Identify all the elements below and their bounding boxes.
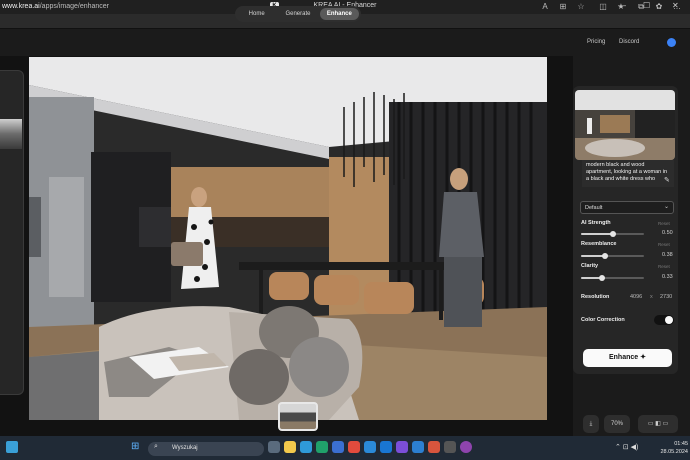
toggle-knob (665, 316, 673, 324)
read-aloud-icon[interactable]: A (540, 2, 550, 11)
image-thumbnail[interactable] (278, 402, 318, 431)
url-path: /apps/image/enhancer (39, 3, 110, 10)
tray-icons[interactable]: ⌃ ⊡ ◀) (615, 443, 638, 451)
ai-strength-reset[interactable]: Reset (658, 221, 670, 226)
resemblance-slider[interactable] (581, 253, 644, 259)
chevron-down-icon: ⌄ (664, 204, 670, 210)
extensions-icon[interactable]: ✿ (654, 2, 664, 11)
preview-photo (575, 90, 675, 160)
source-image-preview[interactable] (575, 90, 675, 160)
enhanced-image[interactable] (29, 57, 547, 420)
file-explorer-icon[interactable] (284, 441, 296, 453)
mail-icon[interactable] (364, 441, 376, 453)
favorite-star-icon[interactable]: ☆ (576, 2, 586, 11)
url-domain: www.krea.ai (2, 3, 40, 10)
tab-enhance[interactable]: Enhance (319, 8, 359, 20)
compare-view-icon: ▭ ◧ ▭ (647, 421, 669, 427)
collections-icon[interactable]: ⧉ (636, 2, 646, 12)
app-gray-icon[interactable] (444, 441, 456, 453)
ai-strength-label: AI Strength (581, 220, 611, 226)
taskbar (0, 436, 690, 460)
prompt-text[interactable]: modern black and wood apartment, looking… (582, 160, 674, 187)
resolution-height[interactable]: 2730 (660, 294, 672, 300)
sparkle-icon: ✦ (640, 354, 646, 361)
resolution-width[interactable]: 4096 (630, 294, 642, 300)
windows-start-icon[interactable]: ⊞ (131, 441, 139, 452)
download-button[interactable]: ⤓ (583, 415, 599, 433)
resolution-label: Resolution (581, 294, 610, 300)
ai-strength-slider[interactable] (581, 231, 644, 237)
color-correction-label: Color Correction (581, 317, 625, 323)
history-thumbnail[interactable] (0, 119, 22, 149)
search-icon: ⌕ (154, 443, 158, 450)
clarity-reset[interactable]: Reset (658, 264, 670, 269)
interior-photo (29, 57, 547, 420)
teams-icon[interactable] (396, 441, 408, 453)
edit-pencil-icon[interactable]: ✎ (664, 176, 670, 184)
resemblance-label: Resemblance (581, 241, 617, 247)
tab-home[interactable]: Home (237, 8, 276, 20)
system-clock[interactable]: 01:45 28.05.2024 (658, 440, 688, 456)
app-red-icon[interactable] (348, 441, 360, 453)
discord-link[interactable]: Discord (619, 39, 639, 45)
word-icon[interactable] (380, 441, 392, 453)
app-available-icon[interactable]: ⊞ (558, 2, 568, 11)
task-view-icon[interactable] (268, 441, 280, 453)
resemblance-reset[interactable]: Reset (658, 242, 670, 247)
clock-time: 01:45 (674, 441, 688, 447)
store-icon[interactable] (332, 441, 344, 453)
clarity-slider[interactable] (581, 275, 644, 281)
clarity-value: 0.33 (662, 274, 673, 280)
clarity-label: Clarity (581, 263, 599, 269)
more-menu-icon[interactable]: … (672, 2, 682, 11)
app-purple-icon[interactable] (460, 441, 472, 453)
spotify-icon[interactable] (316, 441, 328, 453)
ai-strength-value: 0.50 (662, 230, 673, 236)
split-screen-icon[interactable]: ◫ (598, 2, 608, 11)
resolution-separator: x (650, 294, 653, 300)
favorites-icon[interactable]: ★ (616, 2, 626, 11)
edge-browser-icon[interactable] (300, 441, 312, 453)
enhance-label: Enhance (608, 354, 639, 361)
url-text[interactable]: www.krea.ai/apps/image/enhancer (2, 3, 109, 10)
download-icon: ⤓ (589, 421, 593, 427)
avatar[interactable] (667, 38, 676, 47)
view-mode-toggle[interactable]: ▭ ◧ ▭ (638, 415, 678, 433)
app-orange-icon[interactable] (428, 441, 440, 453)
enhance-button[interactable]: Enhance ✦ (583, 349, 672, 367)
main-nav: Home Generate Enhance (235, 6, 361, 22)
resemblance-value: 0.38 (662, 252, 673, 258)
weather-widget-icon[interactable] (6, 441, 18, 453)
tab-generate[interactable]: Generate (278, 8, 317, 20)
taskbar-search[interactable]: Wyszukaj (148, 442, 264, 456)
preset-select[interactable]: Default (580, 201, 674, 214)
clock-date: 28.05.2024 (660, 449, 688, 455)
pricing-link[interactable]: Pricing (587, 39, 605, 45)
app-blue-icon[interactable] (412, 441, 424, 453)
zoom-button[interactable]: 70% (604, 415, 630, 433)
history-panel[interactable] (0, 70, 24, 395)
